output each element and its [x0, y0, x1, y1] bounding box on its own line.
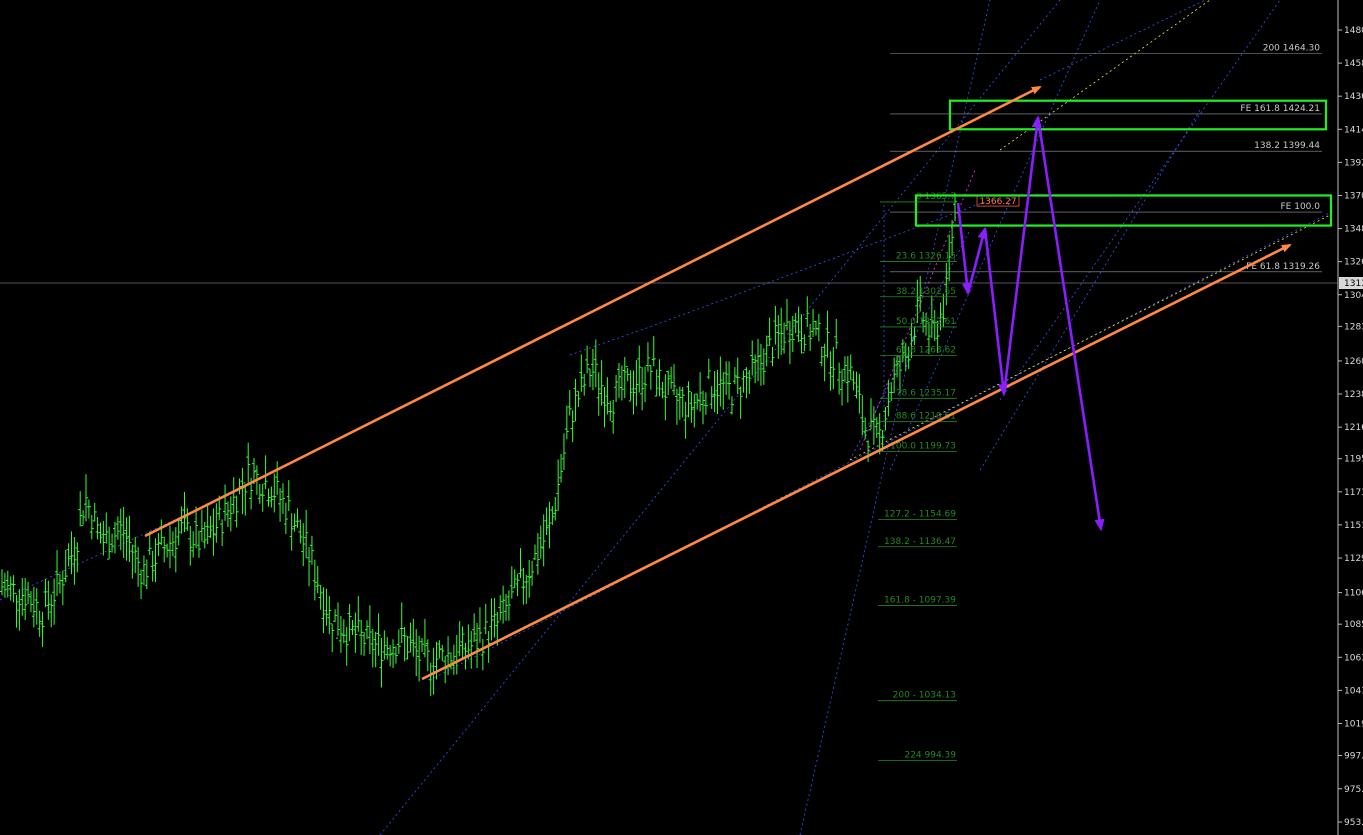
fib-retracement-label: 200 - 1034.13 — [893, 691, 956, 701]
fib-expansion-label: 200 1464.30 — [1263, 44, 1321, 54]
fib-expansion-label: FE 161.8 1424.21 — [1240, 104, 1320, 114]
price-axis-tick-label: 1326 — [1344, 258, 1363, 268]
price-axis-tick-label: 1195 — [1344, 455, 1363, 465]
fib-retracement-label: 161.8 - 1097.39 — [884, 596, 956, 606]
fib-expansion-label: 138.2 1399.44 — [1254, 141, 1320, 151]
price-axis-tick-label: 1129 — [1344, 554, 1363, 564]
price-axis-tick-label: 1283 — [1344, 322, 1363, 332]
price-axis-tick-label: 1019 — [1344, 719, 1363, 729]
price-axis-tick-label: 975.6 — [1344, 785, 1363, 795]
price-axis: 1480 1458 1436 1414 1392 1370 1348 1326 1304 1283… — [1337, 0, 1363, 835]
price-axis-tick-label: 1392 — [1344, 158, 1363, 168]
price-axis-tick-label: 953.5 — [1344, 818, 1363, 828]
price-axis-tick-label: 1238 — [1344, 390, 1363, 400]
price-axis-tick-label: 1414 — [1344, 125, 1363, 135]
price-axis-tick-label: 1436 — [1344, 92, 1363, 102]
price-chart[interactable]: 0 1365.7 23.6 1326.15 38.2 1302.65 50.0 128… — [0, 0, 1363, 835]
fib-retracement-label: 78.6 1235.17 — [896, 388, 956, 398]
price-axis-tick-label: 997.7 — [1344, 752, 1363, 762]
chart-canvas: 0 1365.7 23.6 1326.15 38.2 1302.65 50.0 128… — [0, 0, 1363, 835]
price-axis-tick-label: 1304 — [1344, 291, 1363, 301]
fib-retracement-label: 23.6 1326.15 — [896, 251, 956, 261]
fib-expansion-label: FE 61.8 1319.26 — [1246, 262, 1320, 272]
price-axis-tick-label: 1370 — [1344, 191, 1363, 201]
price-marker-label: 1366.27 — [979, 197, 1016, 207]
fib-retracement-label: 127.2 - 1154.69 — [884, 509, 956, 519]
price-axis-tick-label: 1063 — [1344, 653, 1363, 663]
fib-retracement-label: 61.8 1263.62 — [896, 345, 956, 355]
chart-background — [0, 0, 1363, 835]
fib-retracement-label: 50.0 1282.61 — [896, 317, 956, 327]
price-axis-tick-label: 1041 — [1344, 686, 1363, 696]
price-axis-tick-label: 1260 — [1344, 357, 1363, 367]
price-axis-tick-label: 1348 — [1344, 225, 1363, 235]
price-axis-tick-label: 1151 — [1344, 521, 1363, 531]
fib-retracement-label: 0 1365.7 — [916, 192, 956, 202]
price-axis-tick-label: 1458 — [1344, 59, 1363, 69]
fib-retracement-label: 38.2 1302.65 — [896, 287, 956, 297]
fib-retracement-label: 224 994.39 — [904, 750, 956, 760]
fib-retracement-label: 100.0 1199.73 — [890, 442, 956, 452]
price-axis-tick-label: 1216 — [1344, 423, 1363, 433]
fib-retracement-label: 138.2 - 1136.47 — [884, 537, 956, 547]
fib-expansion-label: FE 100.0 — [1281, 202, 1321, 212]
price-axis-tick-label: 1480 — [1344, 26, 1363, 36]
price-axis-tick-label: 1106 — [1344, 589, 1363, 599]
price-axis-tick-label: 1085 — [1344, 620, 1363, 630]
price-axis-tick-label: 1173 — [1344, 488, 1363, 498]
current-price-tag-label: 1313 — [1344, 279, 1363, 289]
